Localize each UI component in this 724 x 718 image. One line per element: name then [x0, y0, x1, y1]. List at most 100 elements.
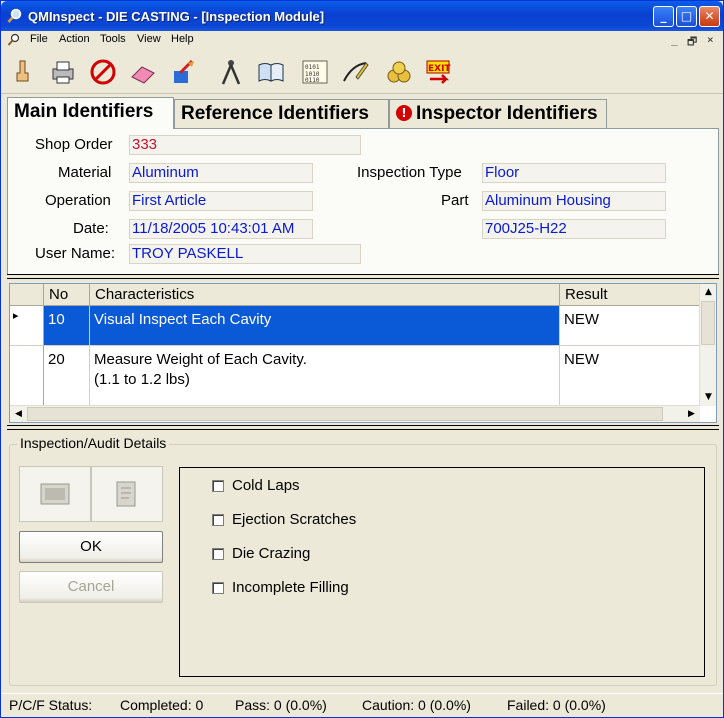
checkbox-ejection-scratches[interactable]: Ejection Scratches [212, 511, 356, 528]
lower-splitter[interactable] [7, 425, 719, 430]
document-magnifier-icon[interactable] [7, 33, 21, 47]
checkbox-box[interactable] [212, 547, 224, 560]
checkbox-incomplete-filling[interactable]: Incomplete Filling [212, 579, 349, 596]
ok-button[interactable]: OK [19, 531, 163, 563]
tab-label: Inspector Identifiers [416, 103, 598, 124]
status-pass: Pass: 0 (0.0%) [235, 697, 327, 713]
title-bar[interactable]: QMInspect - DIE CASTING - [Inspection Mo… [1, 1, 723, 31]
menu-file[interactable]: File [30, 33, 48, 45]
coins-button[interactable] [381, 53, 417, 91]
app-window: QMInspect - DIE CASTING - [Inspection Mo… [0, 0, 724, 718]
material-field[interactable]: Aluminum [129, 163, 313, 183]
svg-text:0101: 0101 [305, 64, 320, 71]
book-icon [258, 63, 284, 82]
shop-order-field[interactable]: 333 [129, 135, 361, 155]
operation-field[interactable]: First Article [129, 191, 313, 211]
scroll-document-icon [116, 481, 136, 507]
maximize-button[interactable]: □ [676, 6, 697, 27]
print-button[interactable] [45, 53, 81, 91]
grid-cell-result[interactable]: NEW [560, 306, 701, 346]
current-row-indicator-icon: ▸ [13, 309, 19, 322]
tab-inspector-identifiers[interactable]: ! Inspector Identifiers [389, 99, 607, 129]
checkbox-die-crazing[interactable]: Die Crazing [212, 545, 310, 562]
status-completed: Completed: 0 [120, 697, 204, 713]
checkbox-box[interactable] [212, 513, 224, 526]
mdi-minimize-button[interactable]: _ [671, 33, 678, 46]
tab-reference-identifiers[interactable]: Reference Identifiers [174, 99, 389, 129]
toolbar: 0101 1010 0110 EXIT [1, 50, 723, 94]
camera-button[interactable] [19, 466, 91, 522]
warning-icon: ! [396, 105, 412, 121]
paint-brush-icon [174, 59, 194, 83]
compass-button[interactable] [213, 53, 249, 91]
checkbox-box[interactable] [212, 581, 224, 594]
tab-main-identifiers[interactable]: Main Identifiers [7, 97, 174, 129]
minimize-button[interactable]: _ [653, 6, 674, 27]
upper-splitter[interactable] [7, 274, 719, 279]
app-magnifier-icon [7, 8, 22, 23]
row-selector[interactable]: ▸ [10, 306, 44, 346]
checkbox-label: Incomplete Filling [232, 579, 349, 596]
grid-cell-characteristic[interactable]: Measure Weight of Each Cavity. (1.1 to 1… [90, 346, 560, 406]
vertical-scroll-thumb[interactable] [701, 301, 715, 345]
part-number-field[interactable]: 700J25-H22 [482, 219, 666, 239]
window-title: QMInspect - DIE CASTING - [Inspection Mo… [28, 9, 325, 24]
part-field[interactable]: Aluminum Housing [482, 191, 666, 211]
menu-help[interactable]: Help [171, 33, 194, 45]
mdi-close-button[interactable]: × [707, 33, 714, 46]
scroll-down-icon[interactable]: ▼ [700, 389, 716, 406]
coins-icon [387, 61, 411, 83]
checkbox-box[interactable] [212, 479, 224, 492]
grid-cell-no[interactable]: 20 [44, 346, 90, 406]
column-header-no[interactable]: No [44, 284, 90, 306]
grid-cell-characteristic[interactable]: Visual Inspect Each Cavity [90, 306, 560, 346]
scroll-up-icon[interactable]: ▲ [700, 284, 716, 301]
status-failed: Failed: 0 (0.0%) [507, 697, 606, 713]
close-button[interactable]: ✕ [699, 6, 720, 27]
book-button[interactable] [253, 53, 289, 91]
grid-cell-result[interactable]: NEW [560, 346, 701, 406]
inspection-type-field[interactable]: Floor [482, 163, 666, 183]
eraser-icon [131, 66, 155, 84]
operation-label: Operation [45, 192, 111, 209]
menu-action[interactable]: Action [59, 33, 90, 45]
exit-button[interactable]: EXIT [421, 53, 457, 91]
pointer-icon [16, 60, 29, 82]
svg-text:0110: 0110 [305, 77, 320, 84]
cancel-button[interactable]: Cancel [19, 571, 163, 603]
status-label: P/C/F Status: [9, 697, 93, 713]
grid-corner-header [10, 284, 44, 306]
horizontal-scrollbar[interactable]: ◀ ▶ [10, 405, 700, 422]
vertical-scrollbar[interactable]: ▲ ▼ [699, 284, 716, 406]
prohibit-button[interactable] [85, 53, 121, 91]
data-button[interactable]: 0101 1010 0110 [297, 53, 333, 91]
pen-icon [343, 62, 369, 82]
sign-button[interactable] [337, 53, 373, 91]
compass-icon [221, 60, 241, 85]
pointer-button[interactable] [5, 53, 41, 91]
tab-label: Reference Identifiers [181, 103, 369, 124]
column-header-characteristics[interactable]: Characteristics [90, 284, 560, 306]
document-button[interactable] [91, 466, 163, 522]
printer-icon [52, 61, 74, 84]
inspection-type-label: Inspection Type [357, 164, 462, 181]
scroll-right-icon[interactable]: ▶ [683, 406, 700, 422]
menu-view[interactable]: View [137, 33, 161, 45]
date-label: Date: [73, 220, 109, 237]
menu-bar: File Action Tools View Help _ 🗗 × [1, 31, 723, 50]
user-name-field[interactable]: TROY PASKELL [129, 244, 361, 264]
material-label: Material [58, 164, 112, 181]
paint-button[interactable] [165, 53, 201, 91]
checkbox-cold-laps[interactable]: Cold Laps [212, 477, 300, 494]
menu-tools[interactable]: Tools [100, 33, 126, 45]
picture-icon [40, 483, 70, 505]
column-header-result[interactable]: Result [560, 284, 701, 306]
erase-button[interactable] [125, 53, 161, 91]
scroll-left-icon[interactable]: ◀ [10, 406, 27, 422]
grid-cell-no[interactable]: 10 [44, 306, 90, 346]
date-field[interactable]: 11/18/2005 10:43:01 AM [129, 219, 313, 239]
horizontal-scroll-thumb[interactable] [27, 407, 663, 421]
row-selector[interactable] [10, 346, 44, 406]
binary-data-icon: 010110100110 [302, 60, 328, 84]
checkbox-label: Die Crazing [232, 545, 311, 562]
